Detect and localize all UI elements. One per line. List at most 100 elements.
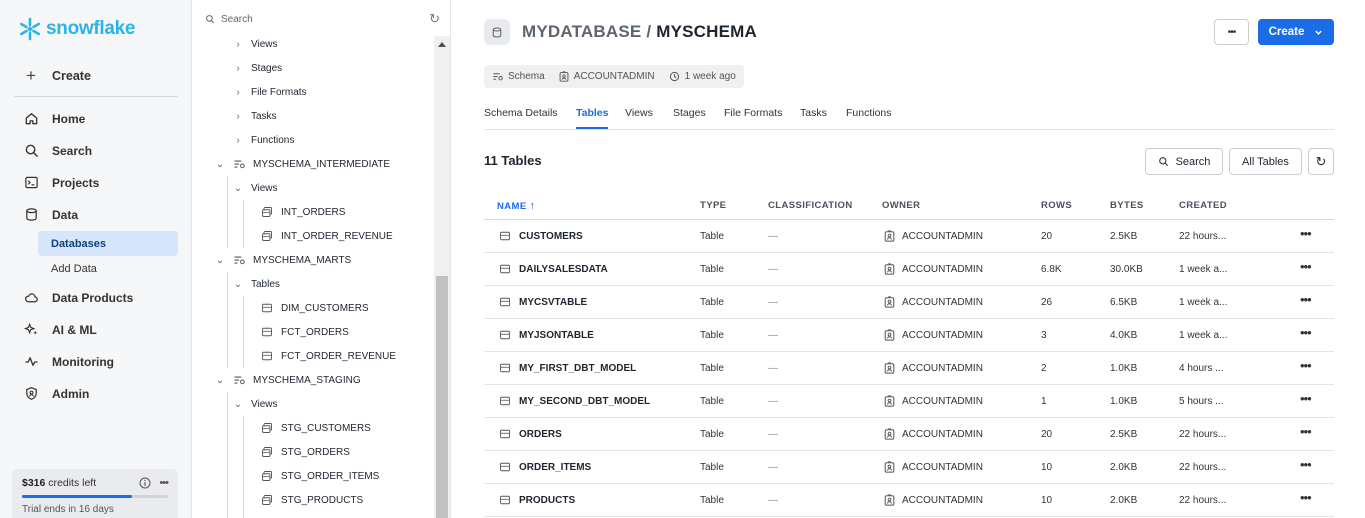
tree-item-folder[interactable]: › Functions [233,128,294,152]
tab-tables[interactable]: Tables [576,107,608,119]
tree-item-view[interactable]: STG_CUSTOMERS [261,416,371,440]
snowflake-logo[interactable]: snowflake [18,17,135,41]
table-row[interactable]: MYCSVTABLE Table — ACCOUNTADMIN 26 6.5KB 1 wee… [484,286,1334,319]
table-row[interactable]: PRODUCTS Table — ACCOUNTADMIN 10 2.0KB 22 hour… [484,484,1334,517]
tab-functions[interactable]: Functions [846,107,892,119]
row-more-icon[interactable]: ••• [1300,391,1312,406]
tree-item-table[interactable]: DIM_CUSTOMERS [261,296,369,320]
tab-file-formats[interactable]: File Formats [724,107,782,119]
row-more-icon[interactable]: ••• [1300,226,1312,241]
column-header-rows[interactable]: ROWS [1041,200,1072,211]
cell-name[interactable]: ORDER_ITEMS [519,462,591,473]
column-header-classification[interactable]: CLASSIFICATION [768,200,853,211]
tree-item-folder[interactable]: ⌄ Tables [233,272,280,296]
nav-sub-label: Databases [51,237,107,250]
table-row[interactable]: DAILYSALESDATA Table — ACCOUNTADMIN 6.8K 30.0… [484,253,1334,286]
tree-item-folder[interactable]: › Views [233,32,277,56]
chevron-right-icon: › [236,134,240,146]
meta-owner: ACCOUNTADMIN [559,71,655,82]
cell-name[interactable]: MY_FIRST_DBT_MODEL [519,363,636,374]
tree-scrollbar[interactable] [434,36,450,518]
row-more-icon[interactable]: ••• [1300,424,1312,439]
cell-name[interactable]: MYCSVTABLE [519,297,587,308]
owner-badge-icon [884,263,895,275]
table-icon [500,495,510,505]
table-search-button[interactable]: Search [1145,148,1223,175]
table-row[interactable]: ORDERS Table — ACCOUNTADMIN 20 2.5KB 22 hours.… [484,418,1334,451]
tree-item-folder[interactable]: › Stages [233,56,282,80]
tree-item-view[interactable]: STG_ORDER_ITEMS [261,464,379,488]
nav-item-data-products[interactable]: Data Products [24,290,133,305]
tree-item-folder[interactable]: › Tasks [233,104,276,128]
tree-item-folder[interactable]: ⌄ Views [233,392,278,416]
tree-item-view[interactable]: STG_ORDERS [261,440,350,464]
cell-name[interactable]: DAILYSALESDATA [519,264,608,275]
column-header-name[interactable]: NAME ↑ [497,200,536,212]
create-button[interactable]: Create [1258,19,1334,45]
cell-name[interactable]: MY_SECOND_DBT_MODEL [519,396,650,407]
cell-name[interactable]: PRODUCTS [519,495,575,506]
table-icon [500,363,510,373]
column-header-type[interactable]: TYPE [700,200,726,211]
more-actions-button[interactable]: ••• [1214,19,1249,45]
table-row[interactable]: CUSTOMERS Table — ACCOUNTADMIN 20 2.5KB 22 hou… [484,220,1334,253]
row-more-icon[interactable]: ••• [1300,490,1312,505]
row-more-icon[interactable]: ••• [1300,292,1312,307]
table-refresh-button[interactable]: ↻ [1308,148,1334,175]
column-header-bytes[interactable]: BYTES [1110,200,1144,211]
table-row[interactable]: MY_SECOND_DBT_MODEL Table — ACCOUNTADMIN 1 1.… [484,385,1334,418]
row-more-icon[interactable]: ••• [1300,457,1312,472]
nav-sub-add-data[interactable]: Add Data [38,256,178,281]
nav-item-label: Admin [52,386,90,401]
more-icon: ••• [1227,26,1236,38]
cell-name[interactable]: ORDERS [519,429,562,440]
nav-item-search[interactable]: Search [24,143,92,158]
table-filter-select[interactable]: All Tables [1229,148,1302,175]
credits-more-icon[interactable]: ••• [159,477,169,489]
breadcrumb-database[interactable]: MYDATABASE [522,22,641,41]
tab-stages[interactable]: Stages [673,107,706,119]
tree-item-view[interactable]: INT_ORDER_REVENUE [261,224,393,248]
row-more-icon[interactable]: ••• [1300,325,1312,340]
table-icon [500,264,510,274]
schema-icon [234,256,245,265]
tree-item-label: DIM_CUSTOMERS [281,302,369,314]
tab-tasks[interactable]: Tasks [800,107,827,119]
tree-item-table[interactable]: FCT_ORDER_REVENUE [261,344,396,368]
tree-item-view[interactable]: INT_ORDERS [261,200,345,224]
nav-item-data[interactable]: Data [24,207,78,222]
row-more-icon[interactable]: ••• [1300,259,1312,274]
table-row[interactable]: MY_FIRST_DBT_MODEL Table — ACCOUNTADMIN 2 1.0… [484,352,1334,385]
cell-name[interactable]: CUSTOMERS [519,231,583,242]
view-icon [262,471,272,481]
tree-scroll-thumb[interactable] [436,276,448,518]
tree-item-folder[interactable]: › File Formats [233,80,306,104]
tree-item-schema[interactable]: ⌄ MYSCHEMA_MARTS [215,248,351,272]
column-header-owner[interactable]: OWNER [882,200,920,211]
nav-item-projects[interactable]: Projects [24,175,99,190]
nav-sub-databases[interactable]: Databases [38,231,178,256]
nav-create-button[interactable]: + Create [24,66,91,86]
tab-schema-details[interactable]: Schema Details [484,107,558,119]
tab-views[interactable]: Views [625,107,653,119]
column-header-created[interactable]: CREATED [1179,200,1227,211]
nav-item-monitoring[interactable]: Monitoring [24,354,114,369]
cell-name[interactable]: MYJSONTABLE [519,330,594,341]
tree-item-folder[interactable]: ⌄ Views [233,176,278,200]
tree-item-schema[interactable]: ⌄ MYSCHEMA_INTERMEDIATE [215,152,390,176]
tree-search[interactable]: Search ↻ [205,10,440,28]
tree-item-schema[interactable]: ⌄ MYSCHEMA_STAGING [215,368,361,392]
refresh-icon[interactable]: ↻ [429,11,440,27]
info-icon[interactable] [139,477,151,489]
nav-item-admin[interactable]: Admin [24,386,89,401]
nav-item-home[interactable]: Home [24,111,85,126]
row-more-icon[interactable]: ••• [1300,358,1312,373]
tree-item-table[interactable]: FCT_ORDERS [261,320,349,344]
tree-item-view[interactable]: STG_PRODUCTS [261,488,363,512]
scroll-up-icon[interactable] [438,42,446,47]
table-row[interactable]: ORDER_ITEMS Table — ACCOUNTADMIN 10 2.0KB 22 h… [484,451,1334,484]
cell-rows: 6.8K [1041,264,1062,275]
nav-item-label: Search [52,143,93,158]
table-row[interactable]: MYJSONTABLE Table — ACCOUNTADMIN 3 4.0KB 1 wee… [484,319,1334,352]
nav-item-ai-ml[interactable]: AI & ML [24,322,97,337]
